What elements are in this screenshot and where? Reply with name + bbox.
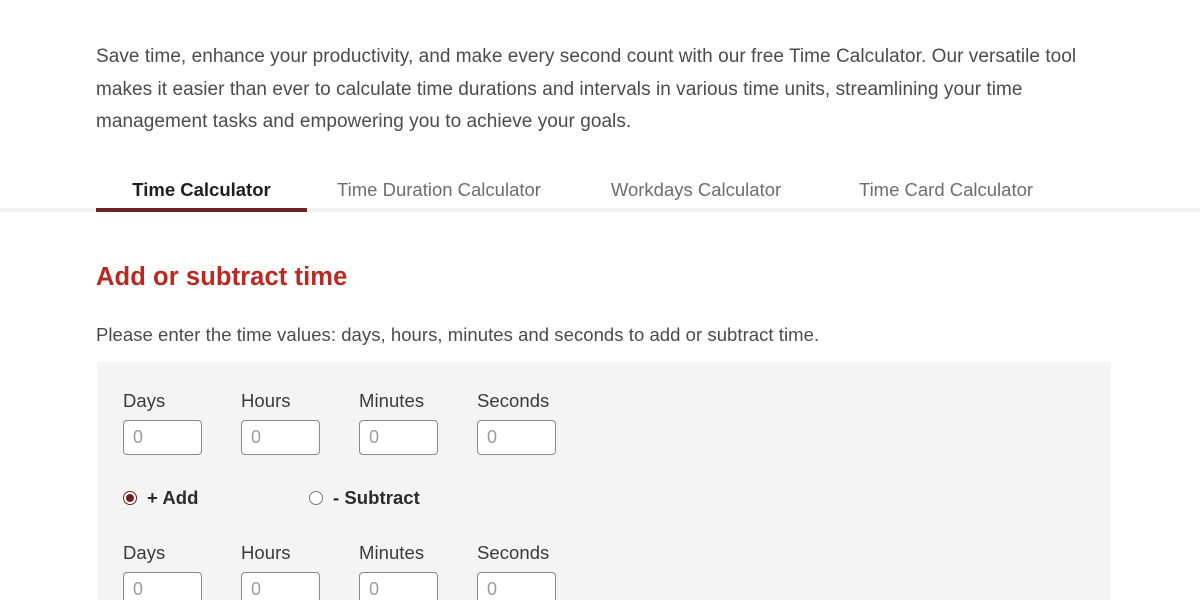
days-input-first[interactable]	[123, 420, 202, 455]
field-days-second: Days	[123, 542, 241, 600]
intro-paragraph: Save time, enhance your productivity, an…	[96, 46, 1077, 132]
tab-time-card-calculator[interactable]: Time Card Calculator	[821, 160, 1071, 212]
field-label-days-second: Days	[123, 542, 166, 563]
tab-time-calculator[interactable]: Time Calculator	[96, 160, 307, 212]
field-days-first: Days	[123, 390, 241, 455]
days-input-second[interactable]	[123, 572, 202, 600]
field-label-days-first: Days	[123, 390, 166, 411]
time-fields-row-second: Days Hours Minutes Seconds	[123, 542, 595, 600]
radio-label-add: + Add	[147, 487, 199, 508]
tabs-list: Time Calculator Time Duration Calculator…	[96, 160, 1071, 212]
field-label-seconds-first: Seconds	[477, 390, 550, 411]
field-label-seconds-second: Seconds	[477, 542, 550, 563]
operation-radio-group: + Add - Subtract	[123, 487, 420, 509]
page-title: Add or subtract time	[96, 263, 348, 292]
field-label-hours-first: Hours	[241, 390, 291, 411]
minutes-input-second[interactable]	[359, 572, 438, 600]
seconds-input-first[interactable]	[477, 420, 556, 455]
radio-option-add[interactable]: + Add	[123, 487, 309, 509]
radio-selected-icon	[123, 491, 137, 505]
field-minutes-first: Minutes	[359, 390, 477, 455]
field-label-hours-second: Hours	[241, 542, 291, 563]
minutes-input-first[interactable]	[359, 420, 438, 455]
radio-unselected-icon	[309, 491, 323, 505]
field-seconds-second: Seconds	[477, 542, 595, 600]
radio-option-subtract[interactable]: - Subtract	[309, 487, 420, 509]
field-minutes-second: Minutes	[359, 542, 477, 600]
hours-input-second[interactable]	[241, 572, 320, 600]
field-hours-second: Hours	[241, 542, 359, 600]
hours-input-first[interactable]	[241, 420, 320, 455]
form-instruction: Please enter the time values: days, hour…	[96, 323, 820, 345]
time-fields-row-first: Days Hours Minutes Seconds	[123, 390, 595, 455]
time-calculator-page: Save time, enhance your productivity, an…	[0, 0, 1200, 600]
field-hours-first: Hours	[241, 390, 359, 455]
field-seconds-first: Seconds	[477, 390, 595, 455]
radio-label-subtract: - Subtract	[333, 487, 420, 508]
seconds-input-second[interactable]	[477, 572, 556, 600]
calculator-tabs: Time Calculator Time Duration Calculator…	[0, 160, 1200, 212]
field-label-minutes-first: Minutes	[359, 390, 425, 411]
tab-time-duration-calculator[interactable]: Time Duration Calculator	[307, 160, 571, 212]
tab-workdays-calculator[interactable]: Workdays Calculator	[571, 160, 821, 212]
field-label-minutes-second: Minutes	[359, 542, 425, 563]
time-input-panel: Days Hours Minutes Seconds + Add	[97, 362, 1111, 600]
